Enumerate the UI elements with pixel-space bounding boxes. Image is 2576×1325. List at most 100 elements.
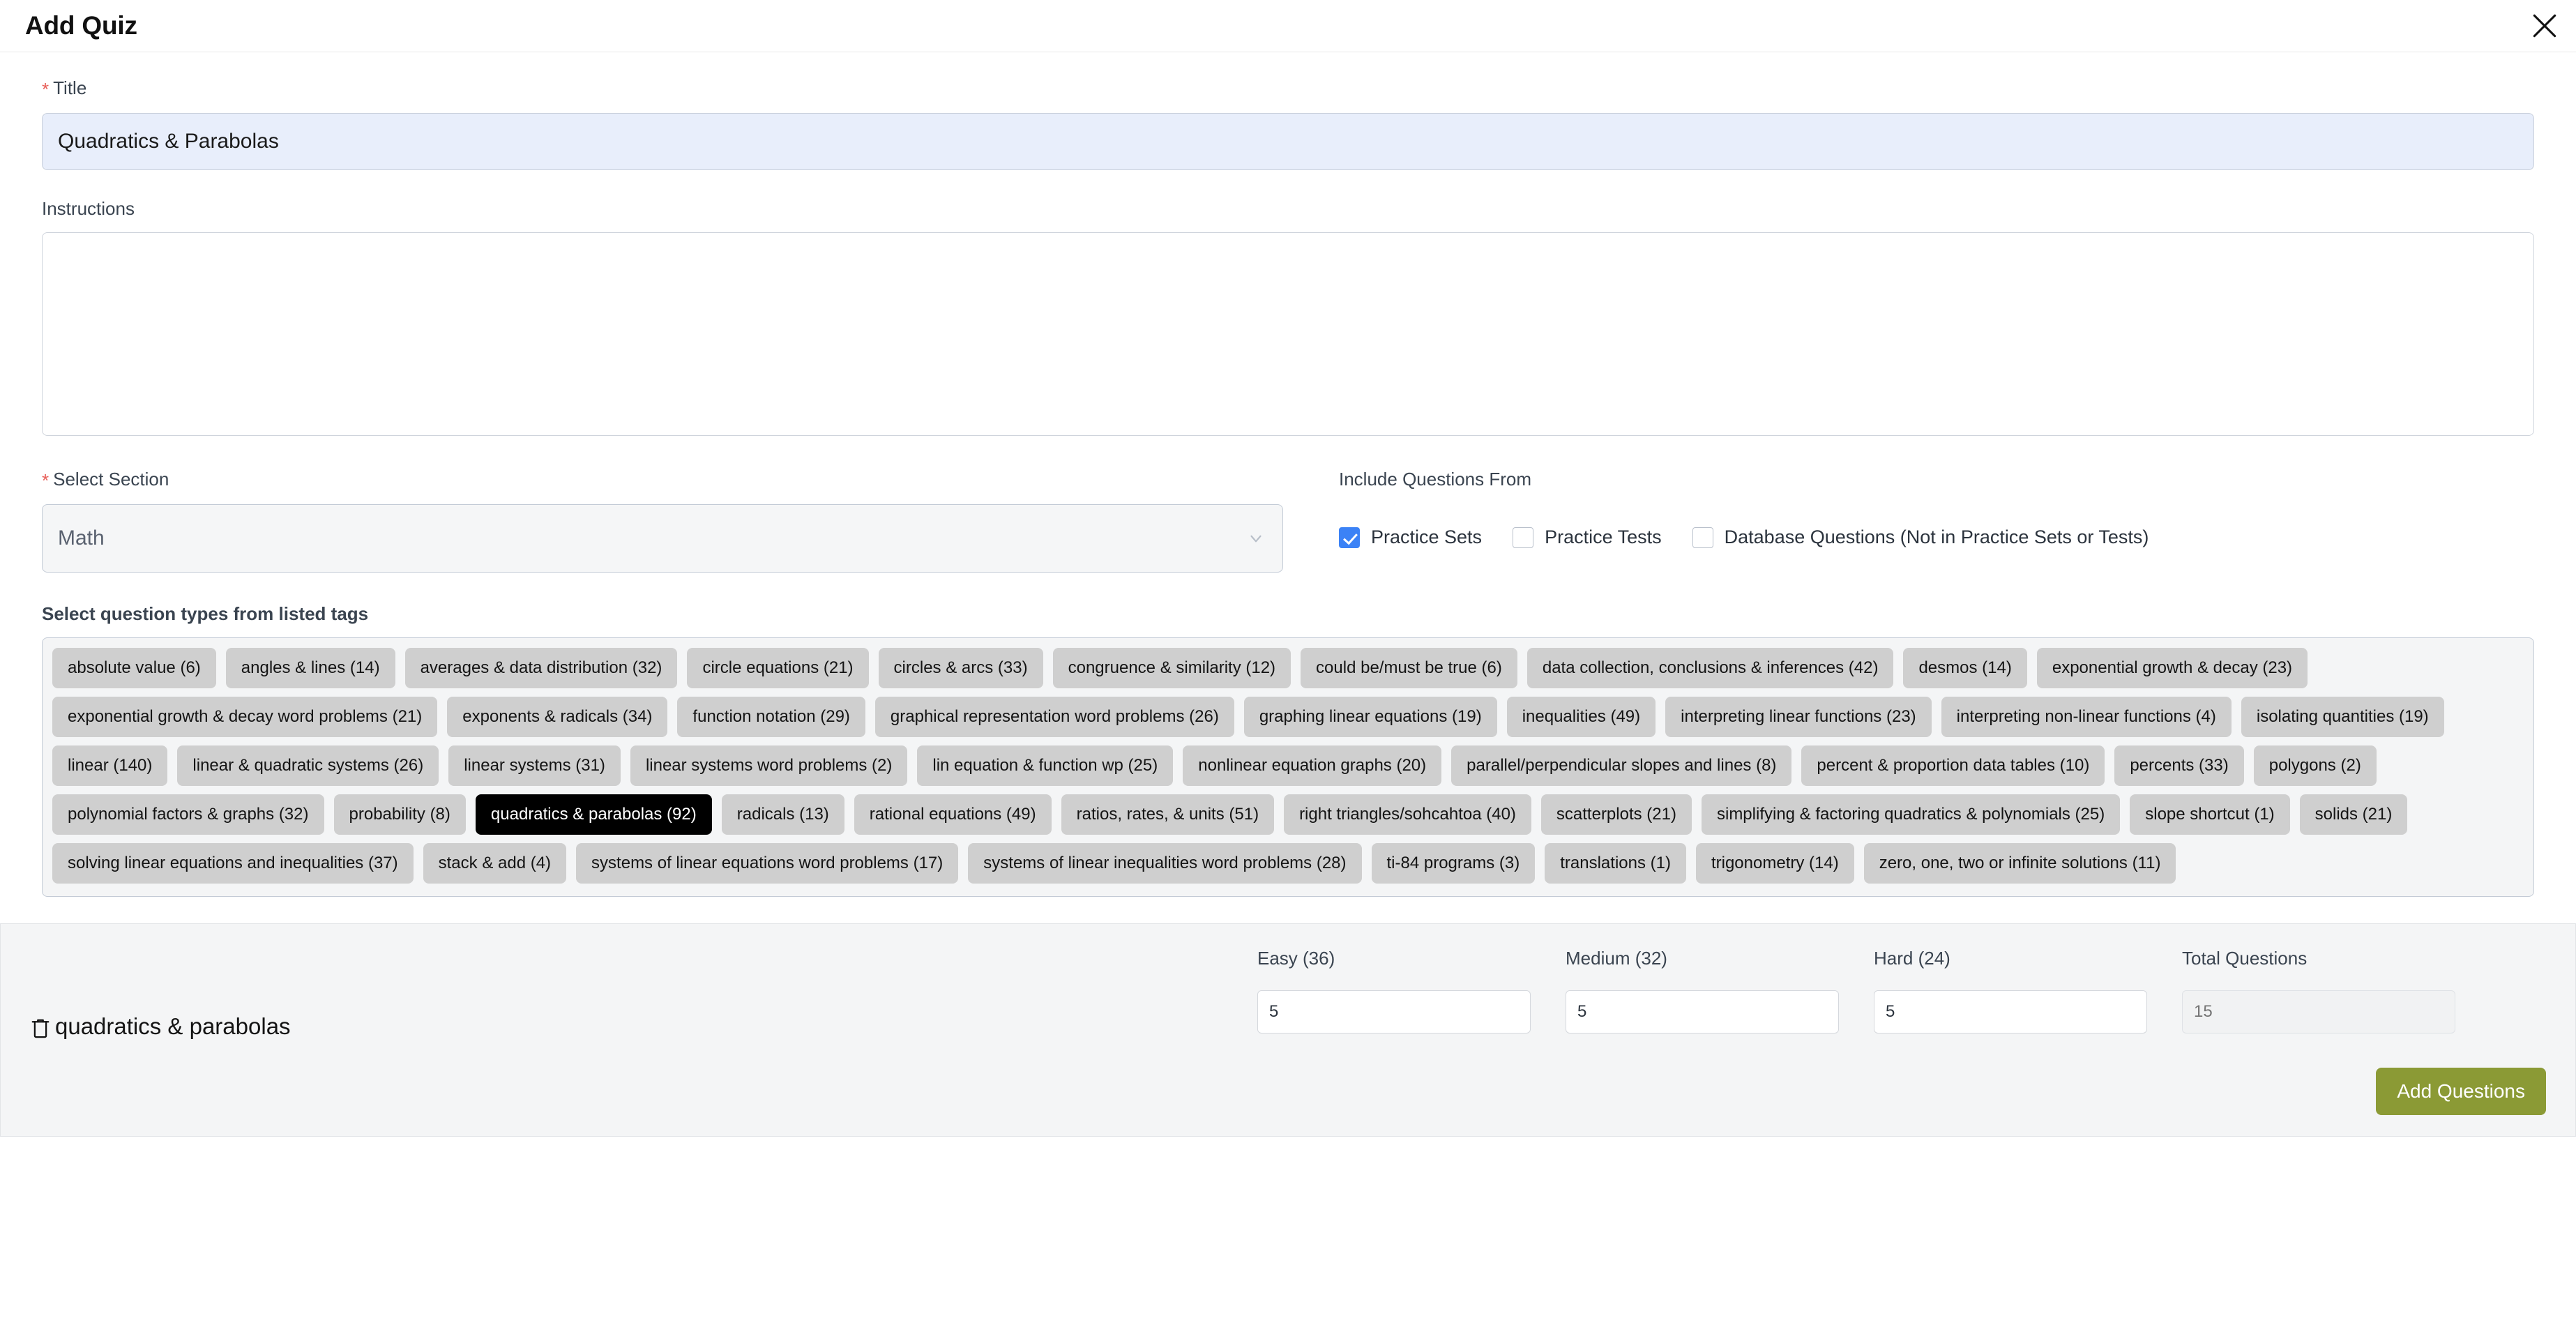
- tag-chip[interactable]: angles & lines (14): [225, 648, 395, 688]
- page-title: Add Quiz: [25, 11, 137, 40]
- tag-chip[interactable]: exponents & radicals (34): [447, 697, 668, 737]
- instructions-label: Instructions: [42, 198, 135, 219]
- builder-actions: Add Questions: [30, 1068, 2546, 1115]
- tag-chip[interactable]: linear & quadratic systems (26): [177, 745, 439, 786]
- tag-chip[interactable]: graphical representation word problems (…: [874, 697, 1234, 737]
- section-select-wrapper: Math: [42, 504, 1283, 573]
- tag-chip[interactable]: lin equation & function wp (25): [917, 745, 1174, 786]
- checkbox-practice-tests[interactable]: Practice Tests: [1513, 527, 1662, 548]
- tag-chip[interactable]: interpreting non-linear functions (4): [1941, 697, 2232, 737]
- quiz-title-input[interactable]: [42, 113, 2534, 170]
- medium-column: Medium (32): [1566, 948, 1874, 1034]
- trash-icon: [30, 1016, 51, 1040]
- required-asterisk: *: [42, 470, 50, 491]
- tag-chip[interactable]: translations (1): [1545, 843, 1686, 884]
- instructions-textarea[interactable]: [42, 232, 2534, 436]
- builder-row: quadratics & parabolas Easy (36) Medium …: [30, 948, 2546, 1047]
- title-label-text: Title: [53, 77, 87, 98]
- hard-column: Hard (24): [1874, 948, 2182, 1034]
- tag-chip[interactable]: exponential growth & decay word problems…: [52, 697, 438, 737]
- checkbox-box[interactable]: [1339, 527, 1360, 548]
- modal-body: *Title Instructions *Select Section Math: [0, 52, 2576, 897]
- required-asterisk: *: [42, 79, 50, 100]
- tags-panel: absolute value (6) angles & lines (14) ave…: [42, 637, 2534, 897]
- tag-chip[interactable]: linear (140): [52, 745, 168, 786]
- tag-chip[interactable]: scatterplots (21): [1540, 794, 1692, 835]
- tag-chip[interactable]: absolute value (6): [52, 648, 216, 688]
- tag-chip[interactable]: solids (21): [2299, 794, 2408, 835]
- tag-list: absolute value (6) angles & lines (14) ave…: [52, 648, 2524, 884]
- close-button[interactable]: [2523, 4, 2566, 47]
- tag-chip[interactable]: circle equations (21): [687, 648, 869, 688]
- tag-chip[interactable]: rational equations (49): [854, 794, 1052, 835]
- hard-label: Hard (24): [1874, 948, 1950, 969]
- tag-chip[interactable]: circles & arcs (33): [878, 648, 1043, 688]
- tag-chip[interactable]: ratios, rates, & units (51): [1061, 794, 1275, 835]
- tag-chip[interactable]: ti-84 programs (3): [1371, 843, 1536, 884]
- select-section-label-text: Select Section: [53, 469, 169, 490]
- total-questions-label: Total Questions: [2182, 948, 2308, 969]
- include-questions-from-label: Include Questions From: [1339, 469, 1532, 490]
- tag-chip[interactable]: polygons (2): [2253, 745, 2377, 786]
- tag-chip[interactable]: percent & proportion data tables (10): [1801, 745, 2105, 786]
- checkbox-box[interactable]: [1692, 527, 1713, 548]
- hard-count-input[interactable]: [1874, 990, 2147, 1034]
- total-column: Total Questions: [2182, 948, 2490, 1034]
- section-select[interactable]: Math: [42, 504, 1283, 573]
- tag-chip[interactable]: polynomial factors & graphs (32): [52, 794, 324, 835]
- selected-tag-builder-panel: quadratics & parabolas Easy (36) Medium …: [0, 923, 2576, 1137]
- section-column: * Select Section Math: [42, 469, 1283, 573]
- checkbox-database-questions[interactable]: Database Questions (Not in Practice Sets…: [1692, 527, 2149, 548]
- total-questions-input: [2182, 990, 2455, 1034]
- select-section-label: * Select Section: [42, 469, 1283, 492]
- tag-chip[interactable]: linear systems word problems (2): [630, 745, 908, 786]
- easy-label: Easy (36): [1257, 948, 1335, 969]
- tag-chip[interactable]: percents (33): [2114, 745, 2244, 786]
- tag-chip[interactable]: zero, one, two or infinite solutions (11…: [1863, 843, 2176, 884]
- tag-chip[interactable]: averages & data distribution (32): [404, 648, 678, 688]
- tag-chip[interactable]: systems of linear inequalities word prob…: [968, 843, 1362, 884]
- tag-chip[interactable]: could be/must be true (6): [1301, 648, 1517, 688]
- checkbox-box[interactable]: [1513, 527, 1534, 548]
- tags-heading: Select question types from listed tags: [42, 603, 369, 624]
- tag-chip-selected[interactable]: quadratics & parabolas (92): [475, 794, 712, 835]
- checkbox-label: Practice Sets: [1371, 527, 1483, 547]
- tag-chip[interactable]: probability (8): [333, 794, 466, 835]
- delete-tag-button[interactable]: [30, 1016, 51, 1040]
- builder-tag-cell: quadratics & parabolas: [30, 948, 1257, 1047]
- checkbox-label: Practice Tests: [1545, 527, 1662, 547]
- checkbox-practice-sets[interactable]: Practice Sets: [1339, 527, 1482, 548]
- tag-chip[interactable]: exponential growth & decay (23): [2036, 648, 2308, 688]
- tag-chip[interactable]: graphing linear equations (19): [1243, 697, 1497, 737]
- medium-label: Medium (32): [1566, 948, 1667, 969]
- close-icon: [2529, 10, 2560, 41]
- tag-chip[interactable]: stack & add (4): [423, 843, 567, 884]
- title-label: * Title: [42, 77, 2534, 100]
- tag-chip[interactable]: isolating quantities (19): [2241, 697, 2444, 737]
- include-sources-checkbox-group: Practice Sets Practice Tests Database Qu…: [1339, 527, 2534, 548]
- include-sources-column: Include Questions From Practice Sets Pra…: [1283, 469, 2534, 548]
- tag-chip[interactable]: systems of linear equations word problem…: [576, 843, 959, 884]
- tag-chip[interactable]: interpreting linear functions (23): [1665, 697, 1932, 737]
- tag-chip[interactable]: congruence & similarity (12): [1052, 648, 1291, 688]
- section-select-value: Math: [58, 527, 105, 550]
- modal-header: Add Quiz: [0, 0, 2576, 52]
- tag-chip[interactable]: data collection, conclusions & inference…: [1526, 648, 1894, 688]
- tag-chip[interactable]: nonlinear equation graphs (20): [1183, 745, 1442, 786]
- tag-chip[interactable]: right triangles/sohcahtoa (40): [1284, 794, 1531, 835]
- tag-chip[interactable]: linear systems (31): [448, 745, 621, 786]
- tag-chip[interactable]: slope shortcut (1): [2130, 794, 2290, 835]
- tag-chip[interactable]: desmos (14): [1903, 648, 2027, 688]
- tag-chip[interactable]: simplifying & factoring quadratics & pol…: [1701, 794, 2121, 835]
- tag-chip[interactable]: radicals (13): [721, 794, 844, 835]
- tag-chip[interactable]: trigonometry (14): [1695, 843, 1854, 884]
- medium-count-input[interactable]: [1566, 990, 1839, 1034]
- builder-tag-name: quadratics & parabolas: [55, 1013, 291, 1039]
- tag-chip[interactable]: parallel/perpendicular slopes and lines …: [1451, 745, 1792, 786]
- tag-chip[interactable]: inequalities (49): [1506, 697, 1656, 737]
- easy-count-input[interactable]: [1257, 990, 1531, 1034]
- tag-chip[interactable]: function notation (29): [677, 697, 865, 737]
- add-questions-button[interactable]: Add Questions: [2376, 1068, 2546, 1115]
- tag-chip[interactable]: solving linear equations and inequalitie…: [52, 843, 414, 884]
